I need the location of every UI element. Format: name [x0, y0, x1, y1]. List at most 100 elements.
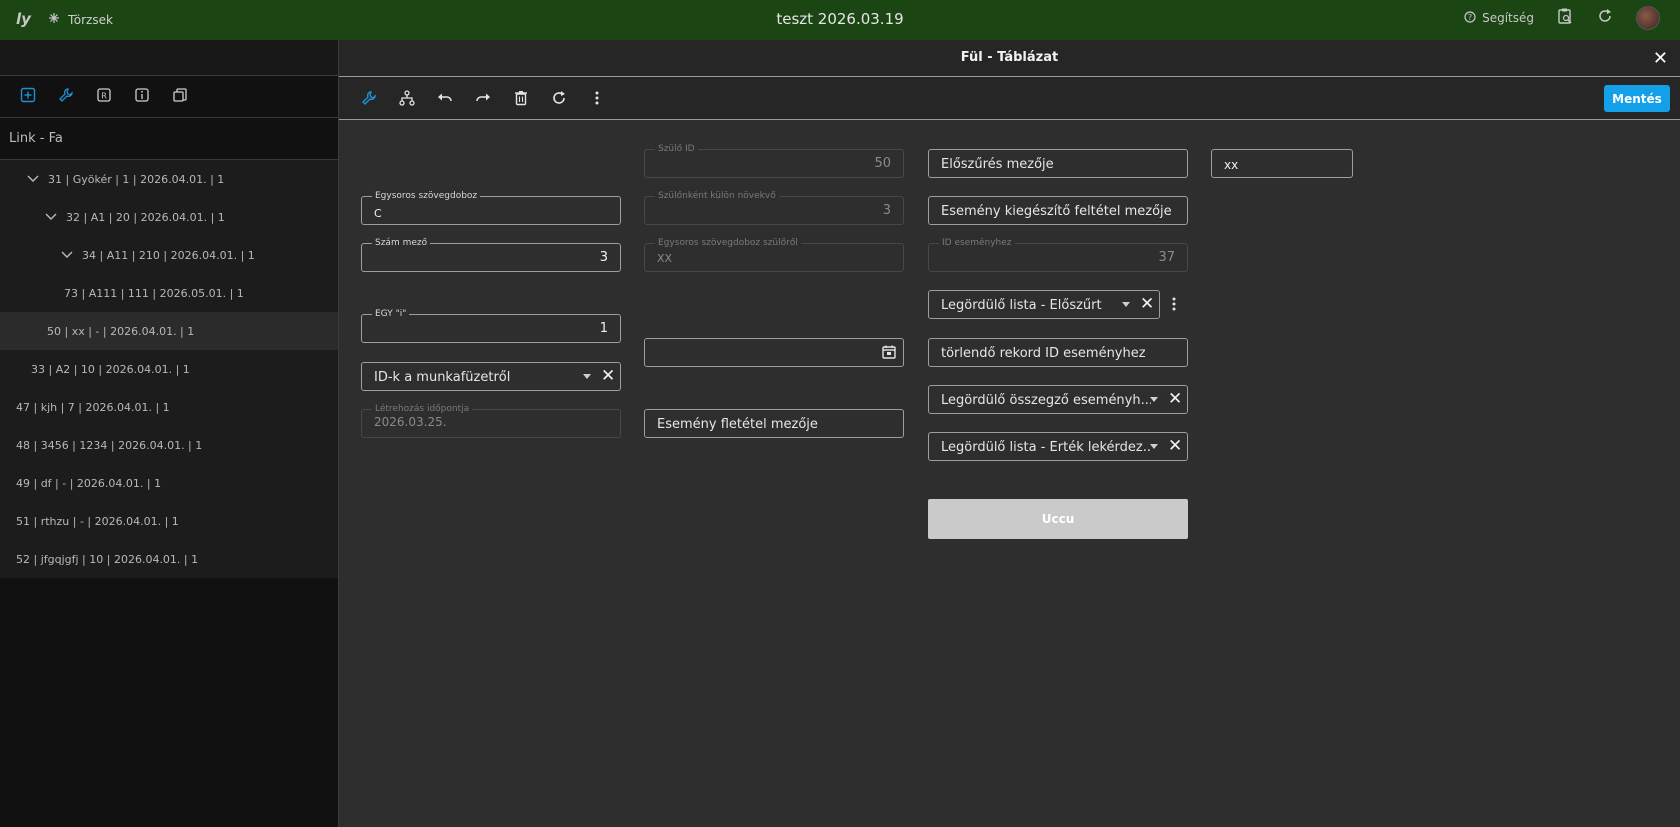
torlendo-field[interactable]: törlendő rekord ID eseményhez	[928, 338, 1188, 367]
tree-row[interactable]: 49 | df | - | 2026.04.01. | 1	[0, 464, 338, 502]
info-box-icon[interactable]	[134, 87, 150, 107]
tree-row[interactable]: 33 | A2 | 10 | 2026.04.01. | 1	[0, 350, 338, 388]
tree-row[interactable]: 73 | A111 | 111 | 2026.05.01. | 1	[0, 274, 338, 312]
tree-row-label: 32 | A1 | 20 | 2026.04.01. | 1	[66, 210, 225, 224]
svg-text:R: R	[101, 91, 107, 100]
reload-icon[interactable]	[549, 88, 569, 108]
redo-icon[interactable]	[473, 88, 493, 108]
sidebar-toolbar: R	[0, 76, 338, 118]
uccu-button[interactable]: Uccu	[928, 499, 1188, 539]
egysoros-field[interactable]: Egysoros szövegdoboz C	[361, 190, 621, 225]
szam-value: 3	[599, 250, 608, 265]
egysoros-szulo-field: Egysoros szövegdoboz szülőről XX	[644, 237, 904, 272]
help-label: Segítség	[1482, 11, 1534, 25]
dropdown-arrow-icon[interactable]	[583, 374, 591, 379]
letrehozas-value: 2026.03.25.	[374, 415, 447, 429]
copy-icon[interactable]	[172, 87, 188, 107]
delete-icon[interactable]	[511, 88, 531, 108]
szulo-id-value: 50	[874, 156, 891, 171]
dropdown-arrow-icon[interactable]	[1122, 302, 1130, 307]
eloszures-field[interactable]: Előszűrés mezője	[928, 149, 1188, 178]
egy-i-field[interactable]: EGY "i" 1	[361, 308, 621, 343]
chevron-down-icon[interactable]	[60, 248, 74, 262]
refresh-icon[interactable]	[1596, 7, 1614, 29]
id-esemeny-field: ID eseményhez 37	[928, 237, 1188, 272]
esemeny-kieg-field[interactable]: Esemény kiegészítő feltétel mezője	[928, 196, 1188, 225]
calendar-icon[interactable]	[881, 344, 897, 364]
esemeny-feltetel-field[interactable]: Esemény fletétel mezője	[644, 409, 904, 438]
date-field[interactable]	[644, 338, 904, 367]
dropdown-arrow-icon[interactable]	[1150, 397, 1158, 402]
hierarchy-icon[interactable]	[397, 88, 417, 108]
more-vert-icon[interactable]	[587, 88, 607, 108]
main-toolbar: Mentés	[339, 77, 1680, 120]
xx-field[interactable]: xx	[1211, 149, 1353, 178]
egysoros-value: C	[374, 207, 382, 220]
undo-icon[interactable]	[435, 88, 455, 108]
app-logo[interactable]: ly	[16, 10, 34, 28]
egy-i-value: 1	[599, 321, 608, 336]
tree-row-label: 47 | kjh | 7 | 2026.04.01. | 1	[16, 400, 170, 414]
clipboard-search-icon[interactable]	[1556, 7, 1574, 29]
tree-row-label: 51 | rthzu | - | 2026.04.01. | 1	[16, 514, 179, 528]
clear-icon[interactable]: ✕	[601, 366, 615, 386]
tree-row[interactable]: 31 | Gyökér | 1 | 2026.04.01. | 1	[0, 160, 338, 198]
tree-row-label: 31 | Gyökér | 1 | 2026.04.01. | 1	[48, 172, 225, 186]
torzsek-menu[interactable]: Törzsek	[48, 12, 113, 27]
clear-icon[interactable]: ✕	[1168, 436, 1182, 456]
xx-value: xx	[1224, 158, 1239, 172]
idk-placeholder: ID-k a munkafüzetről	[374, 370, 511, 385]
tree-title: Link - Fa	[0, 118, 338, 160]
app-title: teszt 2026.03.19	[776, 10, 904, 28]
help-button[interactable]: ? Segítség	[1464, 10, 1534, 26]
user-avatar[interactable]	[1636, 6, 1660, 30]
tree-row-label: 50 | xx | - | 2026.04.01. | 1	[47, 324, 195, 338]
tree-row[interactable]: 47 | kjh | 7 | 2026.04.01. | 1	[0, 388, 338, 426]
tree-view: 31 | Gyökér | 1 | 2026.04.01. | 1 32 | A1…	[0, 160, 338, 578]
szulo-id-label: Szülő ID	[655, 143, 698, 155]
tree-row[interactable]: 52 | jfgqjgfj | 10 | 2026.04.01. | 1	[0, 540, 338, 578]
more-vert-icon[interactable]	[1168, 296, 1180, 316]
szam-field[interactable]: Szám mező 3	[361, 237, 621, 272]
tree-row-label: 49 | df | - | 2026.04.01. | 1	[16, 476, 162, 490]
chevron-down-icon[interactable]	[26, 172, 40, 186]
wrench-icon[interactable]	[58, 87, 74, 107]
tree-row-label: 34 | A11 | 210 | 2026.04.01. | 1	[82, 248, 255, 262]
chevron-down-icon[interactable]	[44, 210, 58, 224]
sparkle-icon	[48, 12, 60, 27]
legordulo-osszegzo-select[interactable]: Legördülő összegző eseményh... ✕	[928, 385, 1188, 414]
szulonkent-field: Szülőnként külön növekvő 3	[644, 190, 904, 225]
esemeny-feltetel-placeholder: Esemény fletétel mezője	[657, 417, 818, 432]
sidebar: R Link - Fa 31 | Gyökér | 1 | 2026.04.01…	[0, 40, 338, 827]
letrehozas-field: Létrehozás időpontja 2026.03.25.	[361, 403, 621, 438]
idk-select[interactable]: ID-k a munkafüzetről ✕	[361, 362, 621, 391]
tree-row[interactable]: 34 | A11 | 210 | 2026.04.01. | 1	[0, 236, 338, 274]
torzsek-label: Törzsek	[68, 12, 113, 27]
legordulo-ertek-placeholder: Legördülő lista - Érték lekérdez...	[941, 440, 1151, 455]
r-box-icon[interactable]: R	[96, 87, 112, 107]
dropdown-arrow-icon[interactable]	[1150, 444, 1158, 449]
tree-row[interactable]: 50 | xx | - | 2026.04.01. | 1	[0, 312, 338, 350]
legordulo-ertek-select[interactable]: Legördülő lista - Érték lekérdez... ✕	[928, 432, 1188, 461]
sidebar-header	[0, 40, 338, 76]
szulonkent-label: Szülőnként külön növekvő	[655, 190, 779, 202]
save-button[interactable]: Mentés	[1604, 85, 1670, 112]
esemeny-kieg-placeholder: Esemény kiegészítő feltétel mezője	[941, 204, 1172, 219]
tree-row[interactable]: 48 | 3456 | 1234 | 2026.04.01. | 1	[0, 426, 338, 464]
tree-row[interactable]: 51 | rthzu | - | 2026.04.01. | 1	[0, 502, 338, 540]
top-bar: ly Törzsek teszt 2026.03.19 ? Segítség	[0, 0, 1680, 40]
tree-row-label: 33 | A2 | 10 | 2026.04.01. | 1	[31, 362, 190, 376]
legordulo-eloszurt-select[interactable]: Legördülő lista - Előszűrt ✕	[928, 290, 1160, 319]
wrench-icon[interactable]	[359, 88, 379, 108]
add-icon[interactable]	[20, 87, 36, 107]
tree-row-label: 48 | 3456 | 1234 | 2026.04.01. | 1	[16, 438, 203, 452]
clear-icon[interactable]: ✕	[1140, 294, 1154, 314]
help-icon: ?	[1464, 10, 1476, 26]
svg-text:?: ?	[1468, 13, 1472, 22]
tree-row[interactable]: 32 | A1 | 20 | 2026.04.01. | 1	[0, 198, 338, 236]
clear-icon[interactable]: ✕	[1168, 389, 1182, 409]
szam-label: Szám mező	[372, 237, 431, 249]
close-icon[interactable]: ✕	[1653, 48, 1668, 69]
tree-row-label: 73 | A111 | 111 | 2026.05.01. | 1	[64, 286, 244, 300]
szulo-id-field: Szülő ID 50	[644, 143, 904, 178]
